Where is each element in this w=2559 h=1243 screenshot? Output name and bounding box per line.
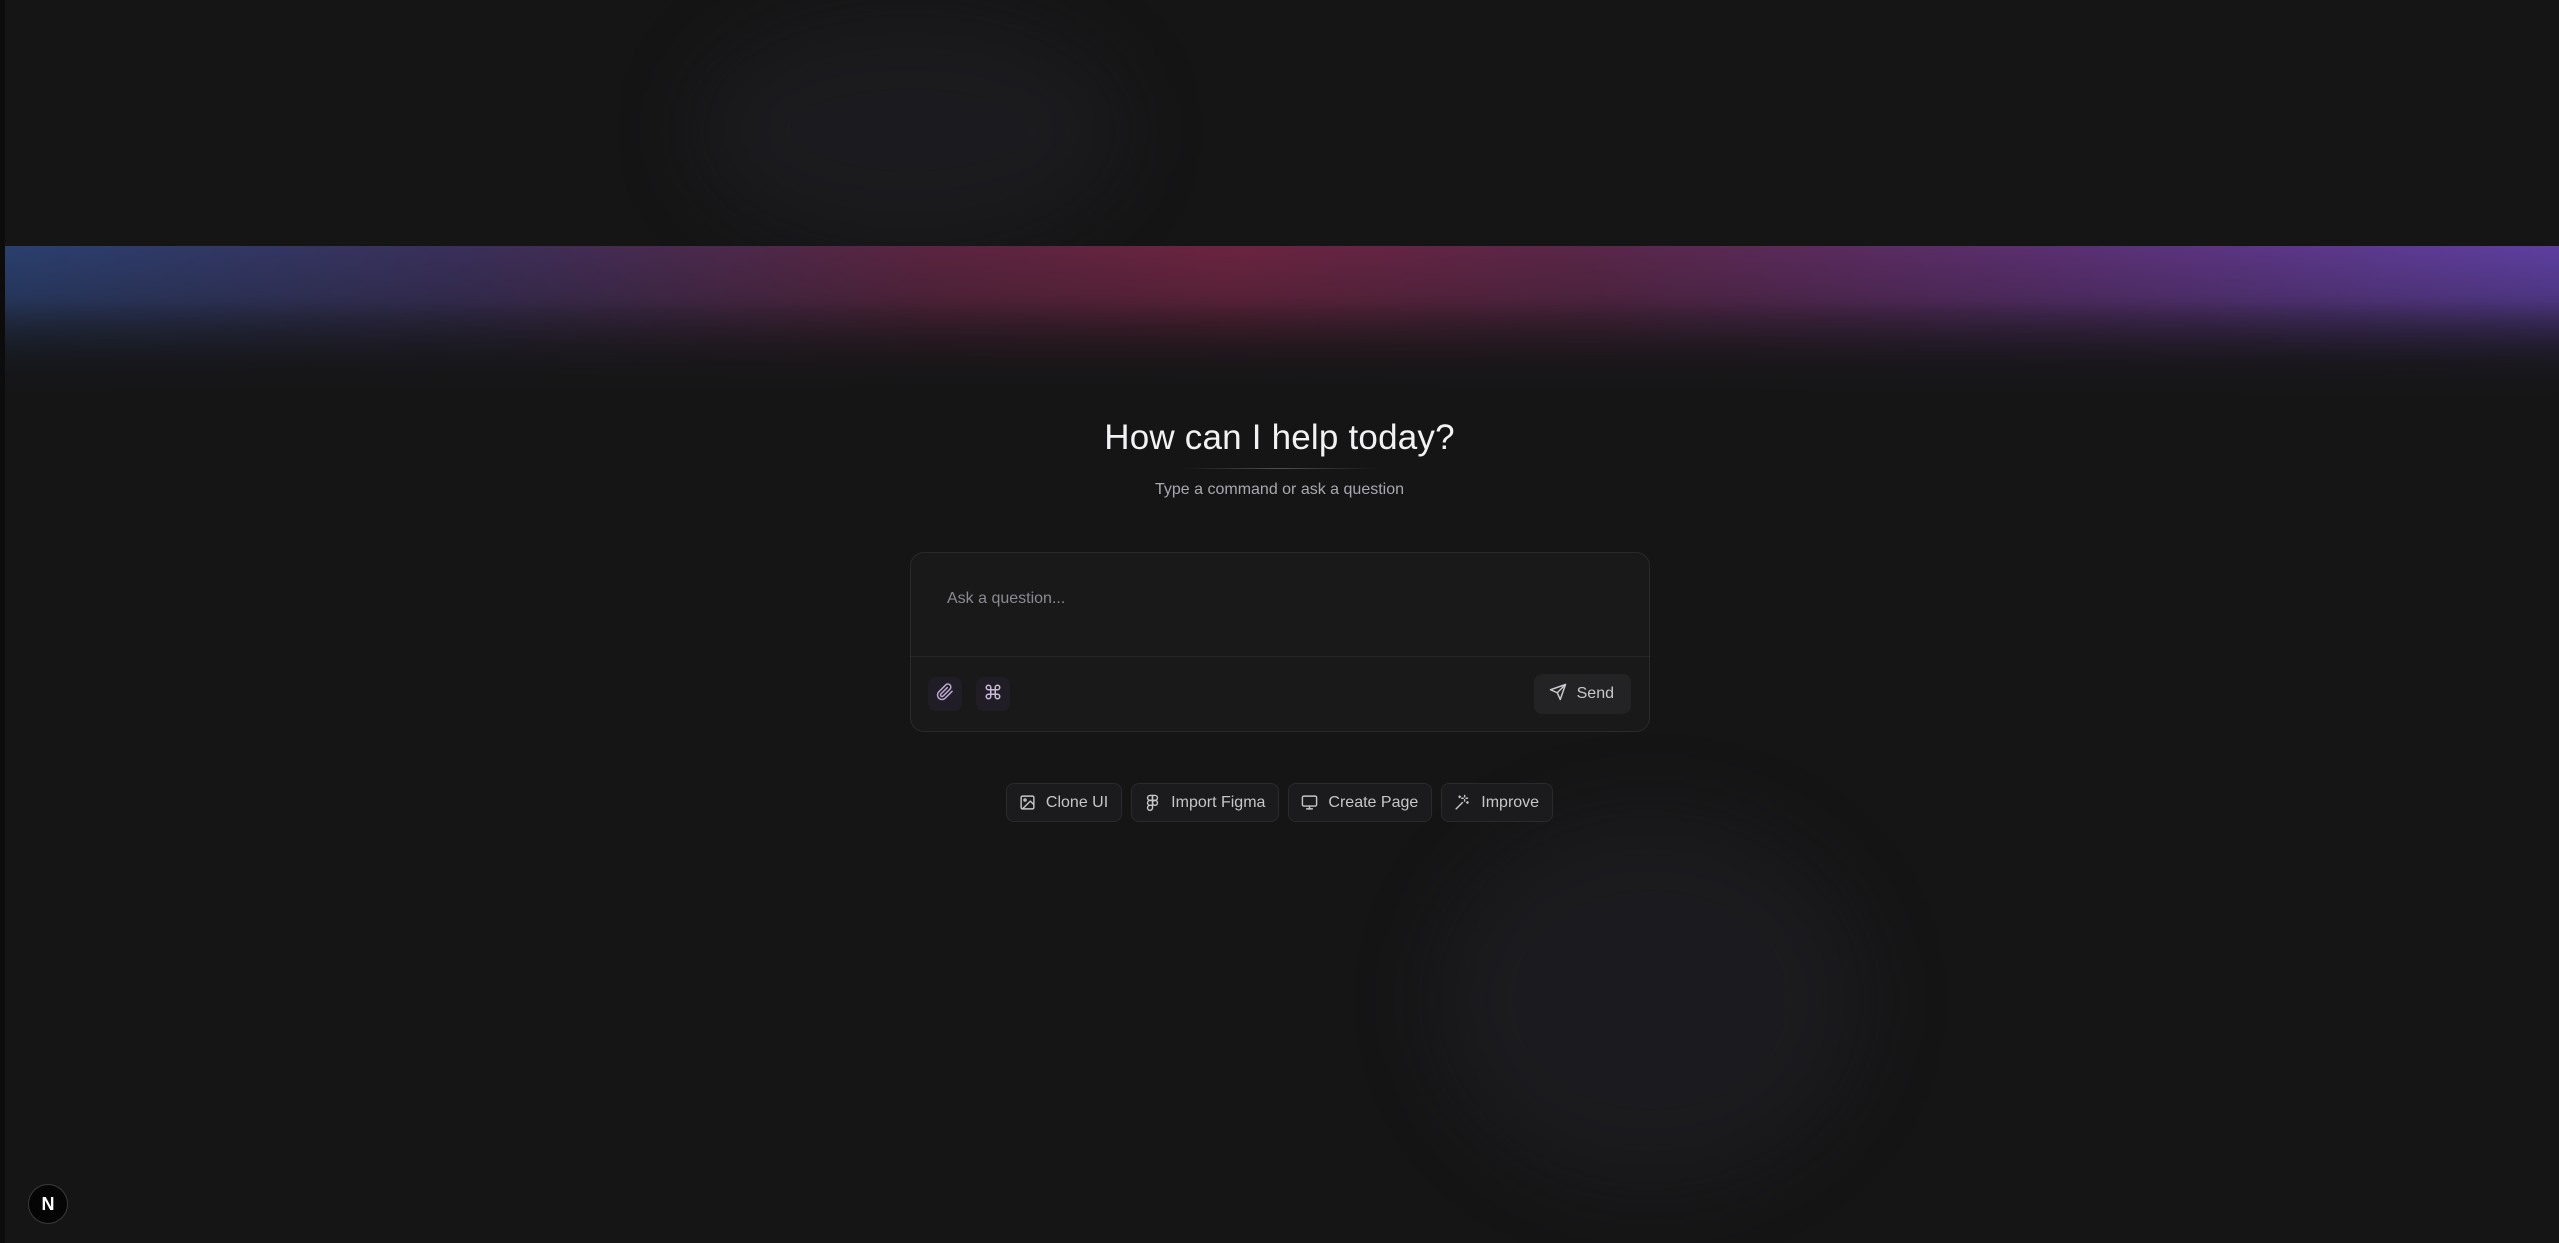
title-underline	[1179, 468, 1380, 469]
gradient-banner	[5, 246, 2559, 406]
logo-letter: N	[41, 1193, 55, 1214]
chip-label: Create Page	[1328, 793, 1419, 811]
create-page-chip[interactable]: Create Page	[1288, 783, 1433, 822]
paperclip-icon	[936, 682, 954, 706]
chip-label: Improve	[1481, 793, 1540, 811]
send-label: Send	[1576, 685, 1614, 702]
chip-label: Import Figma	[1171, 793, 1266, 811]
chip-label: Clone UI	[1045, 793, 1109, 811]
page-subtitle: Type a command or ask a question	[1154, 481, 1405, 498]
improve-chip[interactable]: Improve	[1441, 783, 1554, 822]
monitor-icon	[1301, 794, 1318, 811]
composer-divider	[911, 656, 1649, 657]
image-icon	[1019, 794, 1036, 811]
page-title: How can I help today?	[1104, 418, 1455, 457]
sparkles-icon	[1454, 794, 1471, 811]
quick-actions: Clone UI Import Figma Create Page Improv…	[0, 783, 2559, 822]
hero-section: How can I help today? Type a command or …	[0, 410, 2559, 499]
attach-button[interactable]	[928, 677, 962, 711]
command-icon	[984, 683, 1002, 706]
background-glow	[1440, 820, 1860, 1180]
send-button[interactable]: Send	[1533, 674, 1631, 714]
command-button[interactable]	[976, 677, 1010, 711]
app-logo-button[interactable]: N	[28, 1184, 68, 1224]
window-edge	[0, 0, 5, 1243]
import-figma-chip[interactable]: Import Figma	[1131, 783, 1280, 822]
prompt-composer: Send	[910, 552, 1650, 732]
prompt-input[interactable]	[945, 583, 1619, 615]
app-window: How can I help today? Type a command or …	[0, 0, 2559, 1243]
background-glow	[700, 20, 1120, 240]
figma-icon	[1144, 794, 1161, 811]
send-icon	[1549, 683, 1567, 706]
clone-ui-chip[interactable]: Clone UI	[1005, 783, 1123, 822]
